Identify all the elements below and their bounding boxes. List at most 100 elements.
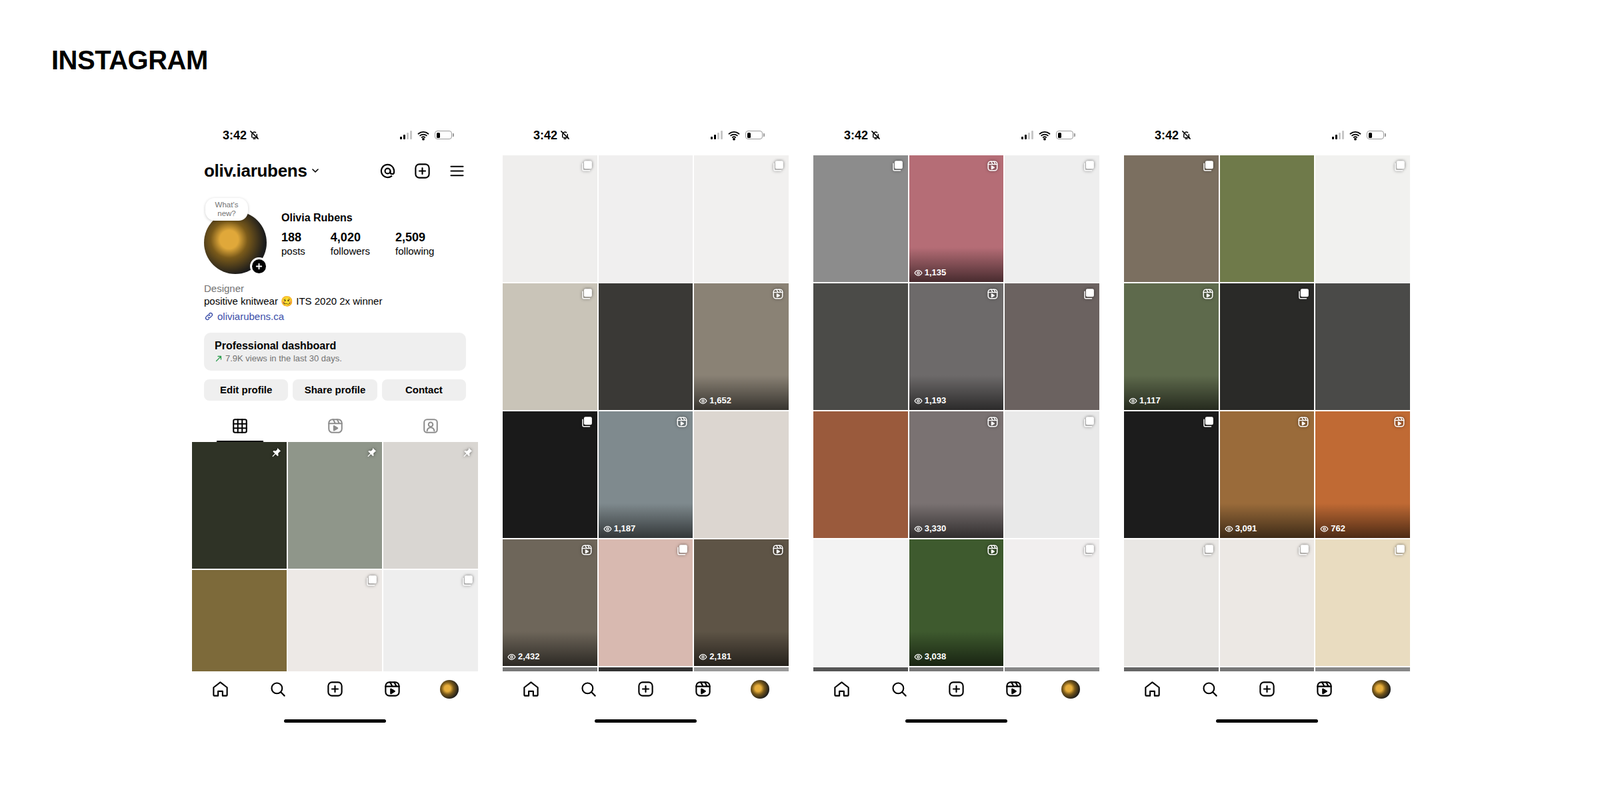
stat-item[interactable]: 4,020followers — [330, 230, 370, 258]
post-tile[interactable] — [1004, 155, 1100, 282]
home-icon[interactable] — [522, 680, 540, 698]
post-tile[interactable] — [1124, 411, 1219, 538]
post-tile[interactable]: 1,652 — [694, 283, 789, 410]
profile-button[interactable]: Contact — [382, 379, 466, 401]
post-tile[interactable] — [694, 411, 789, 538]
post-tile[interactable] — [1315, 283, 1410, 410]
link-icon[interactable] — [204, 311, 214, 322]
post-tile[interactable]: 762 — [1315, 411, 1410, 538]
nav-item[interactable] — [502, 671, 560, 707]
create-icon[interactable] — [413, 162, 432, 180]
post-tile[interactable] — [1315, 155, 1410, 282]
search-icon[interactable] — [890, 680, 908, 698]
website-link[interactable]: oliviarubens.ca — [204, 310, 466, 323]
nav-item[interactable] — [363, 671, 421, 707]
post-tile[interactable] — [909, 667, 1004, 672]
nav-item[interactable] — [813, 671, 871, 707]
reels-icon[interactable] — [1004, 680, 1023, 698]
post-tile[interactable] — [1004, 411, 1100, 538]
tagged-tab-icon[interactable] — [422, 417, 440, 435]
nav-item[interactable] — [1352, 671, 1410, 707]
professional-dashboard[interactable]: Professional dashboard7.9K views in the … — [204, 332, 466, 371]
nav-item[interactable] — [617, 671, 675, 707]
post-tile[interactable] — [502, 667, 598, 672]
post-tile[interactable] — [694, 667, 789, 672]
create-icon[interactable] — [947, 680, 966, 698]
nav-item[interactable] — [1124, 671, 1182, 707]
post-tile[interactable] — [502, 155, 598, 282]
post-tile[interactable]: 1,187 — [598, 411, 694, 538]
post-tile[interactable] — [1220, 155, 1315, 282]
profile-button[interactable]: Edit profile — [204, 379, 288, 401]
profile-avatar-icon[interactable] — [1061, 680, 1080, 699]
post-tile[interactable] — [383, 442, 478, 569]
reels-tab-icon[interactable] — [326, 417, 344, 435]
profile-avatar-icon[interactable] — [1372, 680, 1391, 699]
stat-value[interactable]: 2,509 — [395, 230, 434, 245]
post-tile[interactable] — [192, 442, 287, 569]
nav-item[interactable] — [731, 671, 789, 707]
post-tile[interactable] — [598, 155, 694, 282]
stat-label[interactable]: following — [395, 244, 434, 258]
post-tile[interactable] — [598, 667, 694, 672]
post-tile[interactable] — [1124, 539, 1219, 666]
add-story-icon[interactable] — [250, 257, 268, 276]
post-tile[interactable]: 2,181 — [694, 539, 789, 666]
search-icon[interactable] — [579, 680, 598, 698]
post-tile[interactable] — [383, 570, 478, 672]
nav-item[interactable] — [674, 671, 732, 707]
stat-item[interactable]: 188posts — [281, 230, 306, 258]
post-tile[interactable] — [1220, 539, 1315, 666]
post-tile[interactable] — [1004, 539, 1100, 666]
search-icon[interactable] — [268, 680, 287, 698]
post-tile[interactable] — [813, 411, 908, 538]
post-tile[interactable] — [813, 155, 908, 282]
create-icon[interactable] — [326, 680, 344, 698]
home-indicator[interactable] — [905, 719, 1008, 723]
menu-icon[interactable] — [448, 162, 466, 180]
nav-item[interactable] — [870, 671, 928, 707]
post-tile[interactable] — [502, 411, 598, 538]
stat-label[interactable]: followers — [330, 244, 370, 258]
post-tile[interactable] — [1004, 283, 1100, 410]
post-tile[interactable] — [813, 539, 908, 666]
post-tile[interactable] — [288, 570, 383, 672]
post-tile[interactable] — [1220, 667, 1315, 672]
nav-item[interactable] — [928, 671, 986, 707]
posts-tab-icon[interactable] — [231, 417, 249, 435]
username[interactable]: oliv.iarubens — [204, 160, 308, 181]
nav-item[interactable] — [984, 671, 1042, 707]
home-icon[interactable] — [211, 680, 230, 698]
post-tile[interactable] — [598, 283, 694, 410]
post-tile[interactable] — [1124, 155, 1219, 282]
post-tile[interactable]: 3,038 — [909, 539, 1004, 666]
nav-item[interactable] — [1181, 671, 1239, 707]
search-icon[interactable] — [1200, 680, 1219, 698]
stat-label[interactable]: posts — [281, 244, 306, 258]
profile-tab[interactable] — [287, 410, 383, 442]
threads-icon[interactable] — [378, 162, 397, 180]
post-tile[interactable] — [288, 442, 383, 569]
post-tile[interactable]: 3,091 — [1220, 411, 1315, 538]
post-tile[interactable]: 1,135 — [909, 155, 1004, 282]
home-indicator[interactable] — [1216, 719, 1318, 723]
nav-item[interactable] — [560, 671, 618, 707]
home-indicator[interactable] — [284, 719, 386, 723]
post-tile[interactable] — [1124, 667, 1219, 672]
website-text[interactable]: oliviarubens.ca — [217, 310, 284, 323]
nav-item[interactable] — [192, 671, 250, 707]
create-icon[interactable] — [1258, 680, 1276, 698]
reels-icon[interactable] — [383, 680, 402, 698]
home-indicator[interactable] — [594, 719, 697, 723]
post-tile[interactable]: 3,330 — [909, 411, 1004, 538]
chevron-down-icon[interactable] — [310, 165, 321, 176]
home-icon[interactable] — [1143, 680, 1162, 698]
nav-item[interactable] — [1238, 671, 1296, 707]
post-tile[interactable] — [502, 283, 598, 410]
home-icon[interactable] — [832, 680, 851, 698]
nav-item[interactable] — [249, 671, 307, 707]
create-icon[interactable] — [636, 680, 655, 698]
stat-value[interactable]: 188 — [281, 230, 306, 245]
stat-value[interactable]: 4,020 — [330, 230, 370, 245]
reels-icon[interactable] — [694, 680, 712, 698]
